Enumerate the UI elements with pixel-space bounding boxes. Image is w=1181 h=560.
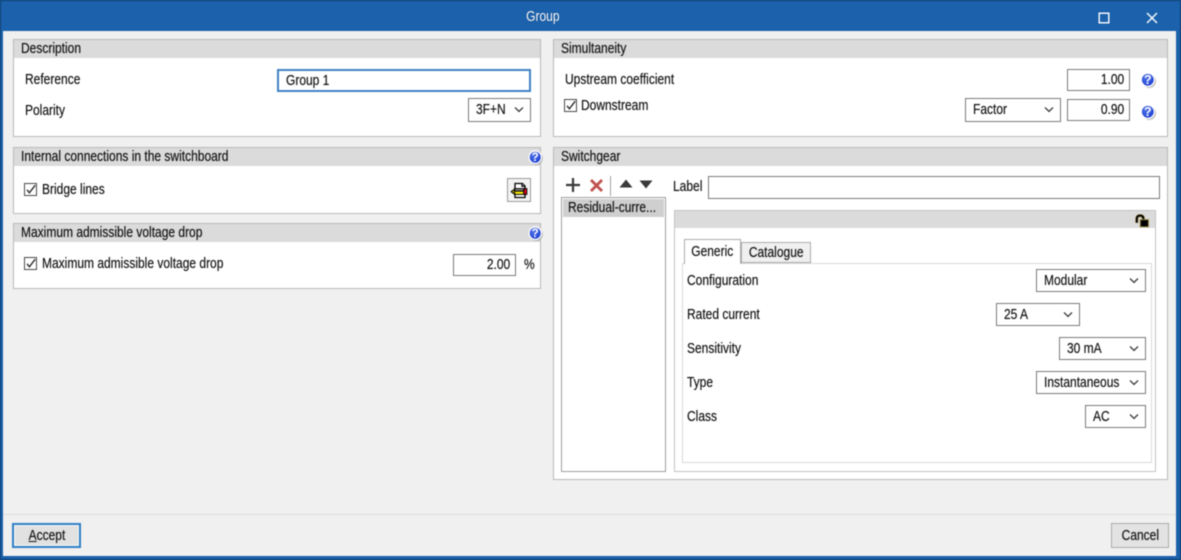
svg-text:?: ? [1144, 105, 1152, 119]
svg-text:?: ? [532, 228, 539, 240]
svg-text:?: ? [532, 152, 539, 164]
svg-text:?: ? [1144, 73, 1152, 87]
